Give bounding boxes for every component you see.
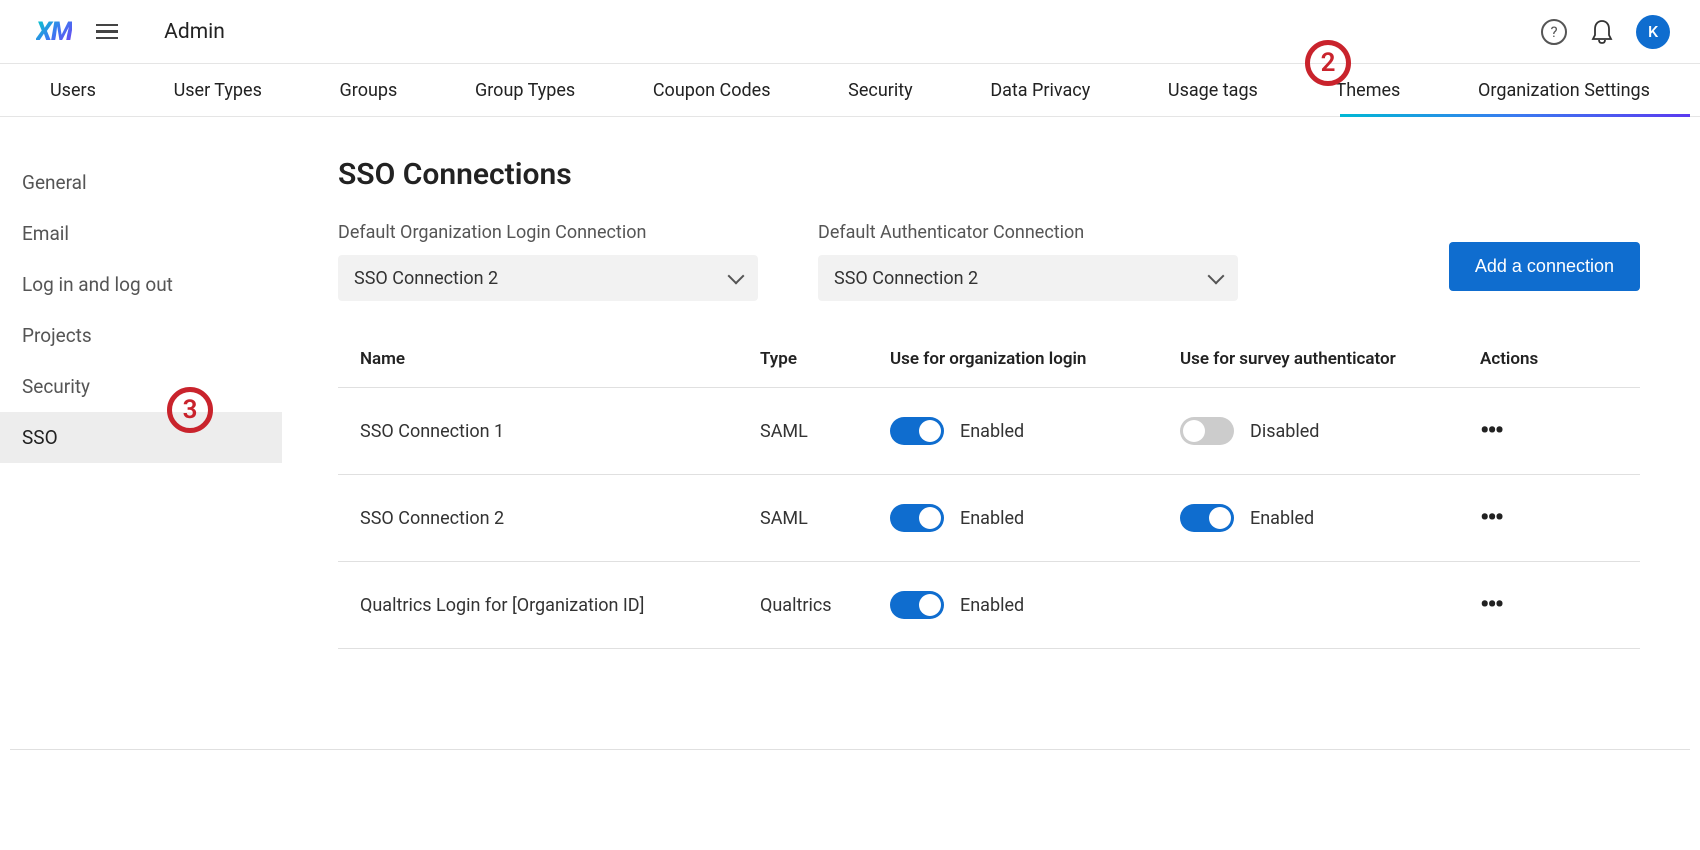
sidebar-item-email[interactable]: Email	[0, 208, 282, 259]
cell-name: SSO Connection 2	[338, 475, 738, 562]
user-avatar[interactable]: K	[1636, 15, 1670, 49]
tab-group-types[interactable]: Group Types	[475, 80, 575, 101]
sidebar: General Email Log in and log out Project…	[0, 117, 282, 689]
tab-user-types[interactable]: User Types	[174, 80, 262, 101]
help-button[interactable]: ?	[1540, 18, 1568, 46]
default-auth-value: SSO Connection 2	[834, 268, 978, 289]
default-auth-select[interactable]: SSO Connection 2	[818, 255, 1238, 301]
chevron-down-icon	[728, 268, 745, 285]
bell-icon	[1590, 19, 1614, 45]
main-content: SSO Connections Default Organization Log…	[282, 117, 1700, 689]
org-login-status: Enabled	[960, 595, 1024, 616]
sidebar-item-sso[interactable]: SSO	[0, 412, 282, 463]
cell-org-login: Enabled	[868, 562, 1158, 649]
active-tab-underline	[1340, 114, 1690, 117]
survey-auth-status: Enabled	[1250, 508, 1314, 529]
col-survey-auth: Use for survey authenticator	[1158, 331, 1458, 388]
page-bottom-divider	[10, 749, 1690, 750]
default-auth-group: Default Authenticator Connection SSO Con…	[818, 222, 1238, 301]
table-row: Qualtrics Login for [Organization ID] Qu…	[338, 562, 1640, 649]
tab-organization-settings[interactable]: Organization Settings	[1478, 80, 1650, 101]
survey-auth-status: Disabled	[1250, 421, 1319, 442]
controls-row: Default Organization Login Connection SS…	[338, 222, 1640, 301]
hamburger-menu-icon[interactable]	[96, 21, 118, 43]
org-login-toggle[interactable]	[890, 504, 944, 532]
xm-logo[interactable]: XM	[36, 17, 72, 47]
notifications-button[interactable]	[1588, 18, 1616, 46]
default-auth-label: Default Authenticator Connection	[818, 222, 1238, 243]
top-header: XM Admin ? K	[0, 0, 1700, 64]
survey-auth-toggle[interactable]	[1180, 504, 1234, 532]
sidebar-item-projects[interactable]: Projects	[0, 310, 282, 361]
connections-table: Name Type Use for organization login Use…	[338, 331, 1640, 649]
tab-security[interactable]: Security	[848, 80, 912, 101]
org-login-status: Enabled	[960, 508, 1024, 529]
header-actions: ? K	[1540, 15, 1670, 49]
default-org-login-select[interactable]: SSO Connection 2	[338, 255, 758, 301]
table-row: SSO Connection 2 SAML Enabled Enabled	[338, 475, 1640, 562]
add-connection-button[interactable]: Add a connection	[1449, 242, 1640, 291]
default-org-login-group: Default Organization Login Connection SS…	[338, 222, 758, 301]
row-actions-menu[interactable]: •••	[1480, 590, 1502, 620]
org-login-toggle[interactable]	[890, 591, 944, 619]
tab-usage-tags[interactable]: Usage tags	[1168, 80, 1258, 101]
app-title: Admin	[164, 20, 225, 44]
nav-tabs: Users User Types Groups Group Types Coup…	[0, 64, 1700, 117]
col-name: Name	[338, 331, 738, 388]
default-org-login-value: SSO Connection 2	[354, 268, 498, 289]
cell-name: SSO Connection 1	[338, 388, 738, 475]
col-org-login: Use for organization login	[868, 331, 1158, 388]
cell-type: Qualtrics	[738, 562, 868, 649]
page-title: SSO Connections	[338, 157, 1640, 192]
tab-data-privacy[interactable]: Data Privacy	[990, 80, 1090, 101]
sidebar-item-login-logout[interactable]: Log in and log out	[0, 259, 282, 310]
cell-type: SAML	[738, 388, 868, 475]
org-login-toggle[interactable]	[890, 417, 944, 445]
sidebar-item-security[interactable]: Security	[0, 361, 282, 412]
tab-coupon-codes[interactable]: Coupon Codes	[653, 80, 771, 101]
tab-themes[interactable]: Themes	[1336, 80, 1401, 101]
cell-type: SAML	[738, 475, 868, 562]
table-row: SSO Connection 1 SAML Enabled Disabled	[338, 388, 1640, 475]
cell-survey-auth: Disabled	[1158, 388, 1458, 475]
row-actions-menu[interactable]: •••	[1480, 503, 1502, 533]
col-type: Type	[738, 331, 868, 388]
help-icon: ?	[1541, 19, 1567, 45]
cell-name: Qualtrics Login for [Organization ID]	[338, 562, 738, 649]
cell-survey-auth: Enabled	[1158, 475, 1458, 562]
col-actions: Actions	[1458, 331, 1640, 388]
survey-auth-toggle[interactable]	[1180, 417, 1234, 445]
default-org-login-label: Default Organization Login Connection	[338, 222, 758, 243]
table-header-row: Name Type Use for organization login Use…	[338, 331, 1640, 388]
tab-users[interactable]: Users	[50, 80, 96, 101]
org-login-status: Enabled	[960, 421, 1024, 442]
chevron-down-icon	[1208, 268, 1225, 285]
sidebar-item-general[interactable]: General	[0, 157, 282, 208]
tab-groups[interactable]: Groups	[340, 80, 398, 101]
content-area: General Email Log in and log out Project…	[0, 117, 1700, 689]
cell-org-login: Enabled	[868, 475, 1158, 562]
cell-survey-auth	[1158, 562, 1458, 649]
row-actions-menu[interactable]: •••	[1480, 416, 1502, 446]
cell-org-login: Enabled	[868, 388, 1158, 475]
